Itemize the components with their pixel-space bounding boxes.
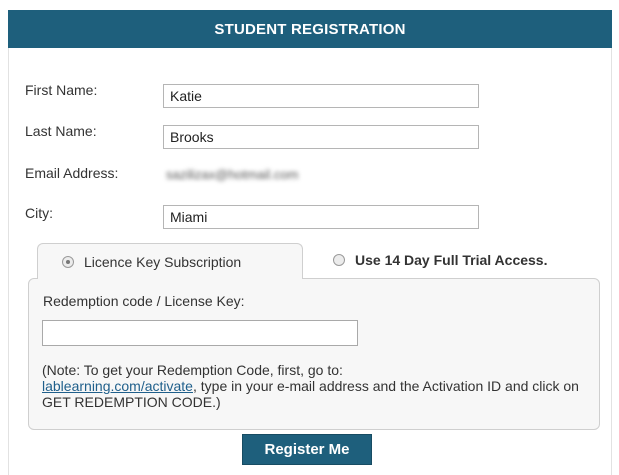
tab-licence-key[interactable]: Licence Key Subscription xyxy=(37,243,303,279)
trial-radio[interactable] xyxy=(333,254,345,266)
trial-tab-label: Use 14 Day Full Trial Access. xyxy=(355,252,548,268)
register-button[interactable]: Register Me xyxy=(242,434,372,465)
form-title: STUDENT REGISTRATION xyxy=(214,20,406,38)
last-name-label: Last Name: xyxy=(25,123,97,139)
licence-panel: Redemption code / License Key: (Note: To… xyxy=(28,278,600,430)
last-name-field[interactable] xyxy=(163,125,479,149)
first-name-field[interactable] xyxy=(163,84,479,108)
activate-link[interactable]: lablearning.com/activate xyxy=(42,378,193,394)
licence-radio[interactable] xyxy=(62,255,74,268)
city-field[interactable] xyxy=(163,205,479,229)
note-prefix: (Note: To get your Redemption Code, firs… xyxy=(42,362,343,378)
redemption-label: Redemption code / License Key: xyxy=(43,293,245,309)
redemption-note: (Note: To get your Redemption Code, firs… xyxy=(42,362,582,410)
first-name-label: First Name: xyxy=(25,82,98,98)
licence-tab-label: Licence Key Subscription xyxy=(84,253,242,270)
email-value: sazilizax@hotmail.com xyxy=(166,167,299,182)
form-header: STUDENT REGISTRATION xyxy=(8,10,612,48)
redemption-code-input[interactable] xyxy=(42,320,358,346)
city-label: City: xyxy=(25,205,53,221)
email-label: Email Address: xyxy=(25,165,119,181)
tab-trial-access[interactable]: Use 14 Day Full Trial Access. xyxy=(333,248,547,272)
